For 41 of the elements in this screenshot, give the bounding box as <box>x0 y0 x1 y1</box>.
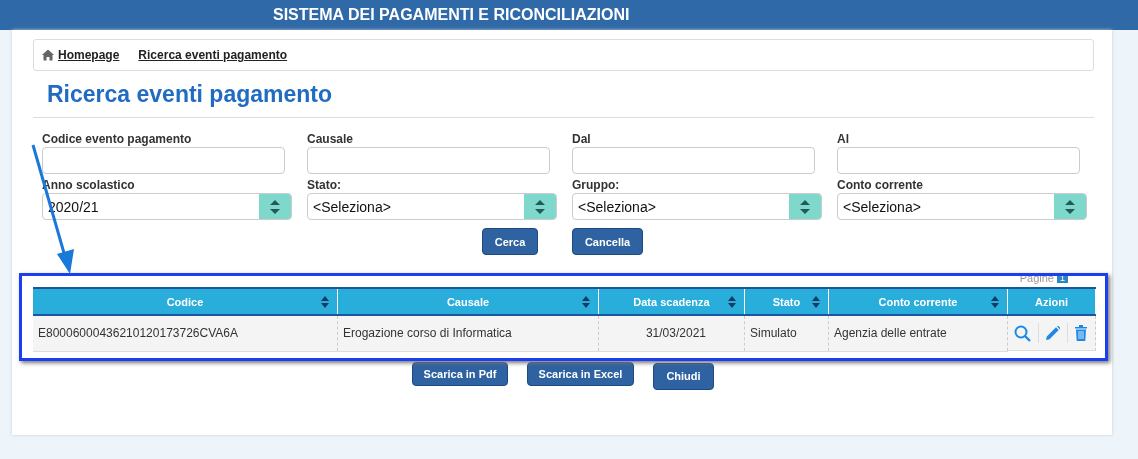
field-label: Stato: <box>307 178 341 192</box>
page-title: Ricerca eventi pagamento <box>47 81 334 108</box>
input-field[interactable] <box>572 147 815 174</box>
input-field[interactable] <box>42 147 285 174</box>
sort-icon <box>321 296 329 308</box>
form-button[interactable]: Cerca <box>482 228 538 255</box>
action-button[interactable]: Scarica in Excel <box>527 361 634 386</box>
input-field[interactable] <box>307 147 550 174</box>
select-field[interactable]: <Seleziona> <box>307 193 557 220</box>
field-label: Gruppo: <box>572 178 620 192</box>
breadcrumb-link[interactable]: Homepage <box>58 48 120 62</box>
table-cell: 31/03/2021 <box>598 315 745 351</box>
field-label: Dal <box>572 132 591 146</box>
table-cell: Agenzia delle entrate <box>828 315 1008 351</box>
field-label: Causale <box>307 132 354 146</box>
input-field[interactable] <box>837 147 1080 174</box>
select-field[interactable]: <Seleziona> <box>572 193 822 220</box>
sort-icon <box>800 199 810 214</box>
search-icon[interactable] <box>1014 324 1031 342</box>
select-field[interactable]: <Seleziona> <box>837 193 1087 220</box>
action-button[interactable]: Scarica in Pdf <box>412 361 508 386</box>
breadcrumb-link[interactable]: Ricerca eventi pagamento <box>138 48 288 62</box>
sort-icon <box>991 296 999 308</box>
action-button[interactable]: Chiudi <box>653 362 714 390</box>
home-icon <box>42 49 54 61</box>
field-label: Codice evento pagamento <box>42 132 192 146</box>
field-label: Conto corrente <box>837 178 923 192</box>
trash-icon[interactable] <box>1075 325 1087 341</box>
table-cell: Erogazione corso di Informatica <box>337 315 599 351</box>
sort-icon <box>582 296 590 308</box>
sort-icon <box>1065 199 1075 214</box>
form-button[interactable]: Cancella <box>572 228 643 255</box>
pencil-icon[interactable] <box>1046 326 1060 340</box>
sort-icon <box>812 296 820 308</box>
sort-icon <box>535 199 545 214</box>
app-title: SISTEMA DEI PAGAMENTI E RICONCILIAZIONI <box>273 6 630 24</box>
sort-icon <box>270 199 280 214</box>
sort-icon <box>728 296 736 308</box>
field-label: Al <box>837 132 849 146</box>
table-cell: Simulato <box>744 315 829 351</box>
table-cell: E80006000436210120173726CVA6A <box>33 315 338 351</box>
